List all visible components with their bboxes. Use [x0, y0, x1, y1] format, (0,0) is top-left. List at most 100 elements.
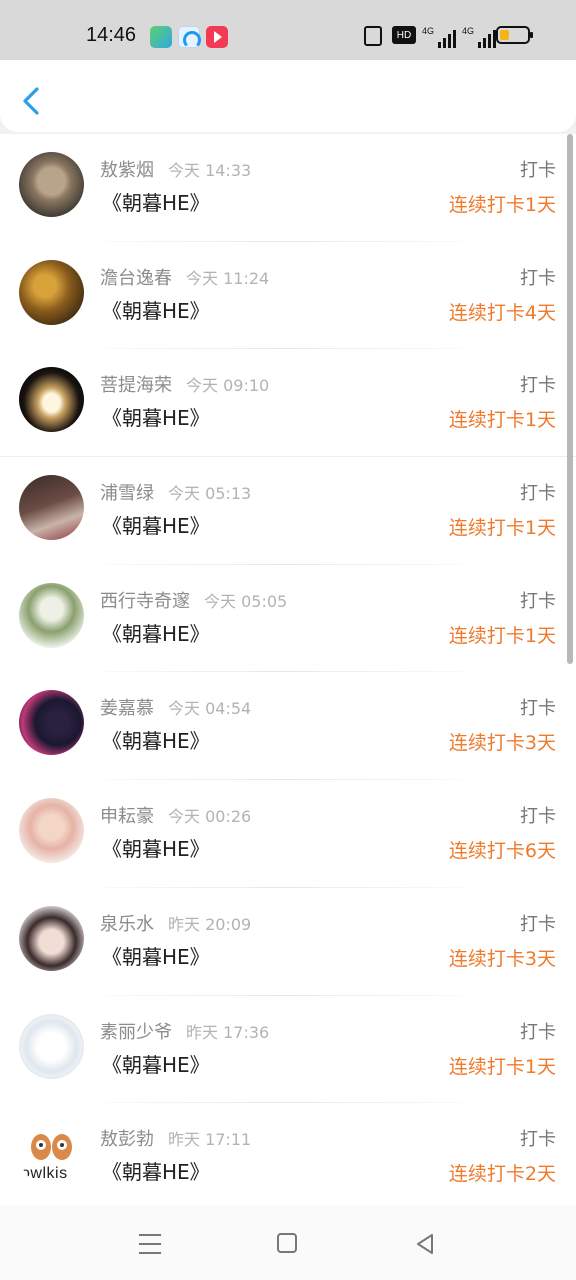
- user-name-line: 申耘豪 今天 00:26: [100, 802, 251, 828]
- battery-icon: [496, 26, 533, 44]
- book-title[interactable]: 《朝暮HE》: [102, 1156, 210, 1185]
- status-time: 14:46: [86, 24, 137, 46]
- battery-fill: [500, 30, 509, 40]
- streak-label: 连续打卡1天: [448, 1055, 556, 1078]
- browser-notification-icon: [178, 26, 201, 49]
- book-title[interactable]: 《朝暮HE》: [102, 725, 210, 754]
- book-title[interactable]: 《朝暮HE》: [102, 618, 210, 647]
- scrollbar[interactable]: [567, 134, 573, 664]
- streak-label: 连续打卡4天: [448, 301, 556, 324]
- avatar[interactable]: [19, 798, 84, 864]
- list-item[interactable]: 西行寺奇邃 今天 05:05 《朝暮HE》 打卡 连续打卡1天: [0, 565, 576, 673]
- home-square-icon[interactable]: [277, 1233, 297, 1253]
- nfc-icon: [364, 26, 382, 46]
- checkin-time: 今天 14:33: [168, 161, 252, 180]
- header-bar: [0, 60, 576, 132]
- list-item[interactable]: 浦雪绿 今天 05:13 《朝暮HE》 打卡 连续打卡1天: [0, 457, 576, 565]
- user-name[interactable]: 澹台逸春: [100, 268, 172, 289]
- user-name-line: 浦雪绿 今天 05:13: [100, 479, 251, 505]
- user-name[interactable]: 敖紫烟: [100, 160, 154, 181]
- checkin-time: 昨天 17:36: [186, 1022, 270, 1042]
- avatar[interactable]: [19, 259, 84, 325]
- streak-label: 连续打卡2天: [448, 1163, 556, 1186]
- avatar-logo-text: owlkis: [21, 1165, 68, 1183]
- menu-icon[interactable]: [139, 1234, 161, 1254]
- streak-label: 连续打卡3天: [448, 947, 556, 970]
- avatar[interactable]: [19, 1013, 84, 1079]
- book-title[interactable]: 《朝暮HE》: [102, 833, 210, 862]
- streak-label: 连续打卡1天: [448, 624, 556, 647]
- book-title[interactable]: 《朝暮HE》: [102, 510, 210, 539]
- streak-label: 连续打卡6天: [448, 840, 556, 863]
- list-item[interactable]: 澹台逸春 今天 11:24 《朝暮HE》 打卡 连续打卡4天: [0, 242, 576, 350]
- checkin-list: 敖紫烟 今天 14:33 《朝暮HE》 打卡 连续打卡1天 澹台逸春 今天 11:2…: [0, 134, 576, 1206]
- avatar[interactable]: [19, 475, 84, 541]
- signal-icon: 4G: [422, 26, 457, 48]
- checkin-time: 今天 04:54: [168, 699, 252, 719]
- checkin-label: 打卡: [520, 375, 556, 397]
- hd-icon: HD: [392, 26, 416, 44]
- chevron-left-icon[interactable]: [18, 84, 46, 118]
- user-name-line: 姜嘉慕 今天 04:54: [100, 694, 251, 720]
- avatar[interactable]: [19, 582, 84, 648]
- user-name[interactable]: 菩提海荣: [100, 375, 172, 396]
- user-name[interactable]: 姜嘉慕: [100, 698, 154, 719]
- list-item[interactable]: 申耘豪 今天 00:26 《朝暮HE》 打卡 连续打卡6天: [0, 780, 576, 888]
- avatar[interactable]: [19, 367, 84, 433]
- user-name[interactable]: 敖彭勃: [100, 1129, 154, 1150]
- user-name-line: 菩提海荣 今天 09:10: [100, 371, 269, 397]
- list-item[interactable]: 菩提海荣 今天 09:10 《朝暮HE》 打卡 连续打卡1天: [0, 349, 576, 458]
- user-name-line: 敖彭勃 昨天 17:11: [100, 1125, 251, 1151]
- checkin-label: 打卡: [520, 698, 556, 720]
- avatar[interactable]: [19, 152, 84, 217]
- checkin-label: 打卡: [520, 160, 556, 181]
- list-item[interactable]: owlkis 敖彭勃 昨天 17:11 《朝暮HE》 打卡 连续打卡2天: [0, 1103, 576, 1206]
- streak-label: 连续打卡1天: [448, 194, 556, 216]
- user-name[interactable]: 泉乐水: [100, 914, 154, 935]
- user-name-line: 泉乐水 昨天 20:09: [100, 910, 251, 936]
- signal-icon-2: 4G: [462, 26, 497, 48]
- checkin-time: 今天 11:24: [186, 268, 270, 288]
- checkin-label: 打卡: [520, 1129, 556, 1151]
- user-name[interactable]: 申耘豪: [100, 806, 154, 827]
- user-name-line: 西行寺奇邃 今天 05:05: [100, 587, 287, 613]
- checkin-time: 今天 00:26: [168, 807, 252, 827]
- checkin-time: 今天 05:05: [204, 591, 288, 611]
- checkin-time: 昨天 17:11: [168, 1130, 252, 1150]
- book-title[interactable]: 《朝暮HE》: [102, 402, 210, 431]
- list-item[interactable]: 素丽少爷 昨天 17:36 《朝暮HE》 打卡 连续打卡1天: [0, 996, 576, 1104]
- streak-label: 连续打卡1天: [448, 517, 556, 540]
- avatar[interactable]: [19, 690, 84, 756]
- user-name-line: 敖紫烟 今天 14:33: [100, 156, 251, 182]
- checkin-label: 打卡: [520, 483, 556, 505]
- user-name[interactable]: 浦雪绿: [100, 483, 154, 504]
- book-title[interactable]: 《朝暮HE》: [102, 187, 210, 216]
- network-type-label: 4G: [422, 26, 435, 36]
- user-name[interactable]: 西行寺奇邃: [100, 591, 190, 612]
- hd-label: HD: [396, 29, 412, 41]
- system-nav-bar: [0, 1206, 576, 1280]
- video-notification-icon: [206, 26, 228, 48]
- network-type-label-2: 4G: [462, 26, 475, 36]
- back-triangle-icon[interactable]: [414, 1232, 436, 1256]
- streak-label: 连续打卡1天: [448, 409, 556, 432]
- checkin-label: 打卡: [520, 806, 556, 828]
- checkin-label: 打卡: [520, 267, 556, 289]
- list-item[interactable]: 敖紫烟 今天 14:33 《朝暮HE》 打卡 连续打卡1天: [0, 134, 576, 242]
- checkin-time: 今天 05:13: [168, 484, 252, 504]
- checkin-label: 打卡: [520, 1021, 556, 1043]
- user-name[interactable]: 素丽少爷: [100, 1022, 172, 1043]
- list-item[interactable]: 泉乐水 昨天 20:09 《朝暮HE》 打卡 连续打卡3天: [0, 888, 576, 996]
- avatar[interactable]: owlkis: [19, 1121, 84, 1187]
- checkin-label: 打卡: [520, 590, 556, 612]
- book-title[interactable]: 《朝暮HE》: [102, 295, 210, 324]
- avatar[interactable]: [19, 905, 84, 971]
- checkin-time: 今天 09:10: [186, 376, 270, 396]
- list-item[interactable]: 姜嘉慕 今天 04:54 《朝暮HE》 打卡 连续打卡3天: [0, 672, 576, 781]
- book-title[interactable]: 《朝暮HE》: [102, 941, 210, 970]
- user-name-line: 素丽少爷 昨天 17:36: [100, 1018, 269, 1044]
- app-notification-icon: [150, 26, 172, 48]
- book-title[interactable]: 《朝暮HE》: [102, 1049, 210, 1078]
- checkin-time: 昨天 20:09: [168, 914, 252, 934]
- checkin-label: 打卡: [520, 913, 556, 935]
